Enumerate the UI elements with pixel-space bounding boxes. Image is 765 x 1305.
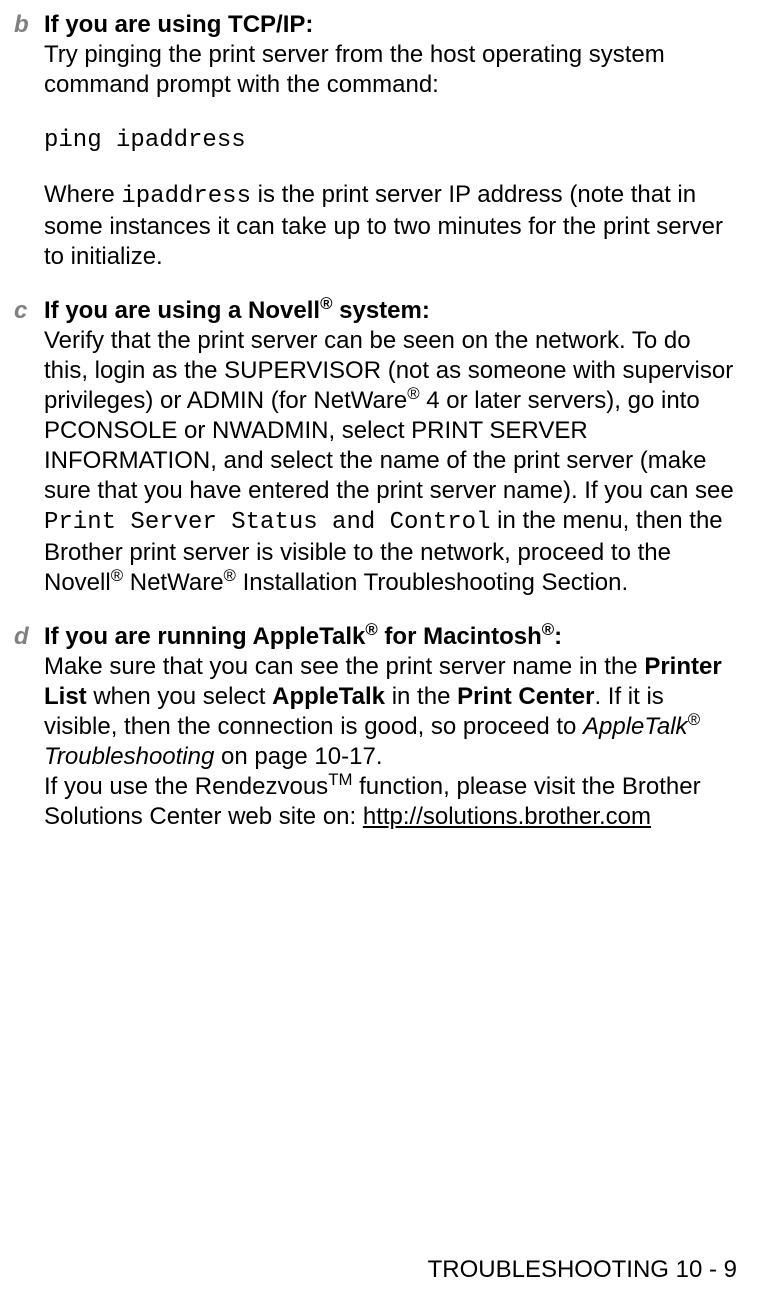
- body-b-2: Where ipaddress is the print server IP a…: [44, 181, 723, 270]
- body-b-1: Try pinging the print server from the ho…: [44, 41, 665, 98]
- section-c: c If you are using a Novell® system: Ver…: [22, 296, 737, 598]
- command-b: ping ipaddress: [44, 127, 246, 154]
- body-c: Verify that the print server can be seen…: [44, 327, 734, 596]
- body-d-1: Make sure that you can see the print ser…: [44, 653, 722, 770]
- section-d: d If you are running AppleTalk® for Maci…: [22, 622, 737, 832]
- section-d-content: If you are running AppleTalk® for Macint…: [44, 622, 737, 832]
- title-b: If you are using TCP/IP:: [44, 11, 313, 38]
- section-b-content: If you are using TCP/IP: Try pinging the…: [44, 10, 737, 272]
- page-footer: TROUBLESHOOTING 10 - 9: [428, 1255, 737, 1285]
- section-c-content: If you are using a Novell® system: Verif…: [44, 296, 737, 598]
- letter-d: d: [14, 622, 29, 652]
- title-d: If you are running AppleTalk® for Macint…: [44, 623, 562, 650]
- link-brother[interactable]: http://solutions.brother.com: [363, 803, 651, 830]
- letter-b: b: [14, 10, 29, 40]
- title-c: If you are using a Novell® system:: [44, 297, 430, 324]
- section-b: b If you are using TCP/IP: Try pinging t…: [22, 10, 737, 272]
- body-d-2: If you use the RendezvousTM function, pl…: [44, 773, 701, 830]
- letter-c: c: [14, 296, 27, 326]
